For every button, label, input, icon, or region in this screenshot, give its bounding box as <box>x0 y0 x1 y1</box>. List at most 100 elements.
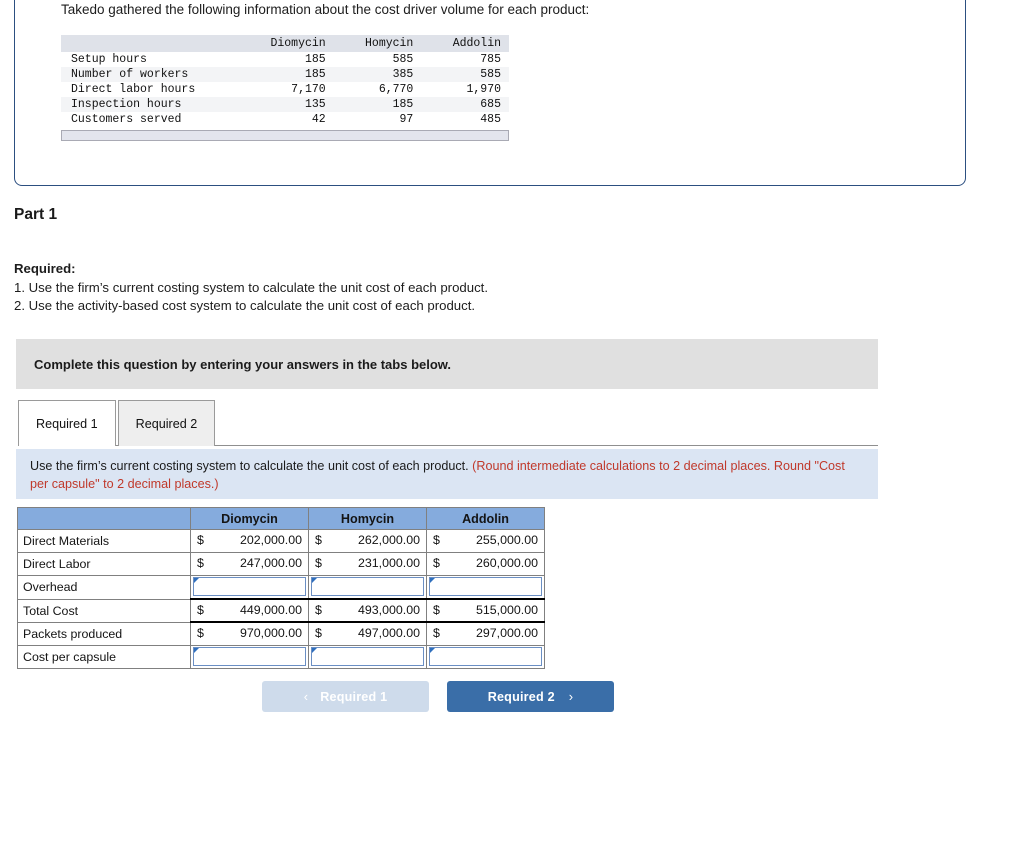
active-tab-underline-cover <box>19 445 112 447</box>
currency-symbol: $ <box>197 556 204 570</box>
required-block: Required: 1. Use the firm’s current cost… <box>14 260 488 316</box>
cell-value: 585 <box>421 66 509 82</box>
answer-column-header-diomycin: Diomycin <box>190 507 309 530</box>
cell-direct-materials-homycin: $ 262,000.00 <box>308 529 427 553</box>
cost-per-capsule-addolin-input[interactable] <box>429 646 542 666</box>
instruction-banner-text: Complete this question by entering your … <box>34 356 452 372</box>
input-cell-overhead-diomycin[interactable] <box>190 575 309 600</box>
cell-packets-produced-addolin: $ 297,000.00 <box>426 621 545 646</box>
table-row: Customers served 42 97 485 <box>61 112 509 127</box>
cell-value: 135 <box>236 96 334 112</box>
cost-driver-table: Diomycin Homycin Addolin Setup hours 185… <box>61 34 509 127</box>
input-cell-cost-per-capsule-homycin[interactable] <box>308 644 427 669</box>
cell-amount: 497,000.00 <box>357 626 420 640</box>
cell-amount: 260,000.00 <box>475 556 538 570</box>
cell-value: 785 <box>480 52 501 66</box>
cell-direct-labor-diomycin: $ 247,000.00 <box>190 552 309 576</box>
cell-direct-materials-diomycin: $ 202,000.00 <box>190 529 309 553</box>
instruction-banner: Complete this question by entering your … <box>16 339 878 389</box>
requirement-instruction-main: Use the firm’s current costing system to… <box>30 459 469 473</box>
cell-value: 185 <box>236 66 334 82</box>
row-label-cost-per-capsule: Cost per capsule <box>17 644 191 669</box>
currency-symbol: $ <box>197 533 204 547</box>
column-header-blank <box>61 34 236 52</box>
cell-amount: 255,000.00 <box>475 533 538 547</box>
cell-direct-labor-addolin: $ 260,000.00 <box>426 552 545 576</box>
row-label: Direct labor hours <box>71 82 196 96</box>
cell-value: 7,170 <box>291 82 326 96</box>
currency-symbol: $ <box>433 556 440 570</box>
column-header-diomycin: Diomycin <box>236 34 334 52</box>
next-required-2-button[interactable]: Required 2 › <box>447 681 614 712</box>
overhead-homycin-input[interactable] <box>311 577 424 596</box>
navigation-buttons: ‹ Required 1 Required 2 › <box>262 681 614 712</box>
row-label-total-cost: Total Cost <box>17 598 191 623</box>
cell-amount: 515,000.00 <box>475 603 538 617</box>
row-label: Customers served <box>71 112 182 126</box>
required-heading: Required: <box>14 261 76 276</box>
cost-driver-table-horizontal-scrollbar[interactable] <box>61 129 509 141</box>
input-cell-overhead-addolin[interactable] <box>426 575 545 600</box>
table-row: Cost per capsule <box>17 644 545 669</box>
column-header-homycin: Homycin <box>333 34 422 52</box>
requirement-instruction-panel: Use the firm’s current costing system to… <box>16 449 878 499</box>
row-label-overhead: Overhead <box>17 575 191 600</box>
cost-per-capsule-homycin-input[interactable] <box>311 646 424 666</box>
currency-symbol: $ <box>433 533 440 547</box>
chevron-right-icon: › <box>568 689 574 704</box>
cell-amount: 231,000.00 <box>357 556 420 570</box>
tab-required-1[interactable]: Required 1 <box>18 400 116 446</box>
cell-direct-labor-homycin: $ 231,000.00 <box>308 552 427 576</box>
cost-per-capsule-diomycin-input[interactable] <box>193 646 306 666</box>
cost-driver-table-wrapper: Diomycin Homycin Addolin Setup hours 185… <box>61 34 509 141</box>
table-row: Overhead <box>17 575 545 600</box>
row-label: Inspection hours <box>61 96 236 112</box>
table-header-row: Diomycin Homycin Addolin <box>61 34 509 52</box>
cell-amount: 247,000.00 <box>239 556 302 570</box>
overhead-addolin-input[interactable] <box>429 577 542 596</box>
cell-amount: 449,000.00 <box>239 603 302 617</box>
row-label-direct-labor: Direct Labor <box>17 552 191 576</box>
overhead-diomycin-input[interactable] <box>193 577 306 596</box>
cell-value: 685 <box>421 96 509 112</box>
cell-amount: 970,000.00 <box>239 626 302 640</box>
previous-button-label: Required 1 <box>320 689 388 704</box>
row-label: Number of workers <box>61 66 236 82</box>
table-row: Packets produced $ 970,000.00 $ 497,000.… <box>17 621 545 646</box>
required-item-1: 1. Use the firm’s current costing system… <box>14 279 488 295</box>
cell-amount: 297,000.00 <box>475 626 538 640</box>
currency-symbol: $ <box>197 626 204 640</box>
cell-value: 185 <box>333 96 422 112</box>
column-header-addolin: Addolin <box>421 34 509 52</box>
tab-required-2[interactable]: Required 2 <box>117 400 216 446</box>
currency-symbol: $ <box>433 603 440 617</box>
previous-required-1-button[interactable]: ‹ Required 1 <box>262 681 429 712</box>
currency-symbol: $ <box>315 626 322 640</box>
currency-symbol: $ <box>197 603 204 617</box>
answer-column-header-homycin: Homycin <box>308 507 427 530</box>
cell-value: 185 <box>304 52 326 66</box>
cell-value: 6,770 <box>378 82 414 96</box>
table-row: Direct Materials $ 202,000.00 $ 262,000.… <box>17 529 545 553</box>
input-cell-cost-per-capsule-addolin[interactable] <box>426 644 545 669</box>
question-card: Takedo gathered the following informatio… <box>14 0 966 186</box>
cell-value: 385 <box>333 66 422 82</box>
table-row: Total Cost $ 449,000.00 $ 493,000.00 $ 5… <box>17 598 545 623</box>
currency-symbol: $ <box>315 603 322 617</box>
table-row: Inspection hours 135 185 685 <box>61 96 509 112</box>
answer-column-header-addolin: Addolin <box>426 507 545 530</box>
page-title: Part 1 <box>14 206 58 223</box>
row-label-direct-materials: Direct Materials <box>17 529 191 553</box>
answer-table-header-row: Diomycin Homycin Addolin <box>17 507 545 530</box>
input-cell-cost-per-capsule-diomycin[interactable] <box>190 644 309 669</box>
cell-total-cost-homycin: $ 493,000.00 <box>308 598 427 623</box>
currency-symbol: $ <box>315 533 322 547</box>
input-cell-overhead-homycin[interactable] <box>308 575 427 600</box>
chevron-left-icon: ‹ <box>303 689 309 704</box>
intro-text: Takedo gathered the following informatio… <box>61 2 590 17</box>
cell-value: 97 <box>399 112 414 126</box>
cell-packets-produced-diomycin: $ 970,000.00 <box>190 621 309 646</box>
cell-value: 485 <box>480 112 501 126</box>
cell-packets-produced-homycin: $ 497,000.00 <box>308 621 427 646</box>
table-row: Setup hours 185 585 785 <box>61 52 509 67</box>
